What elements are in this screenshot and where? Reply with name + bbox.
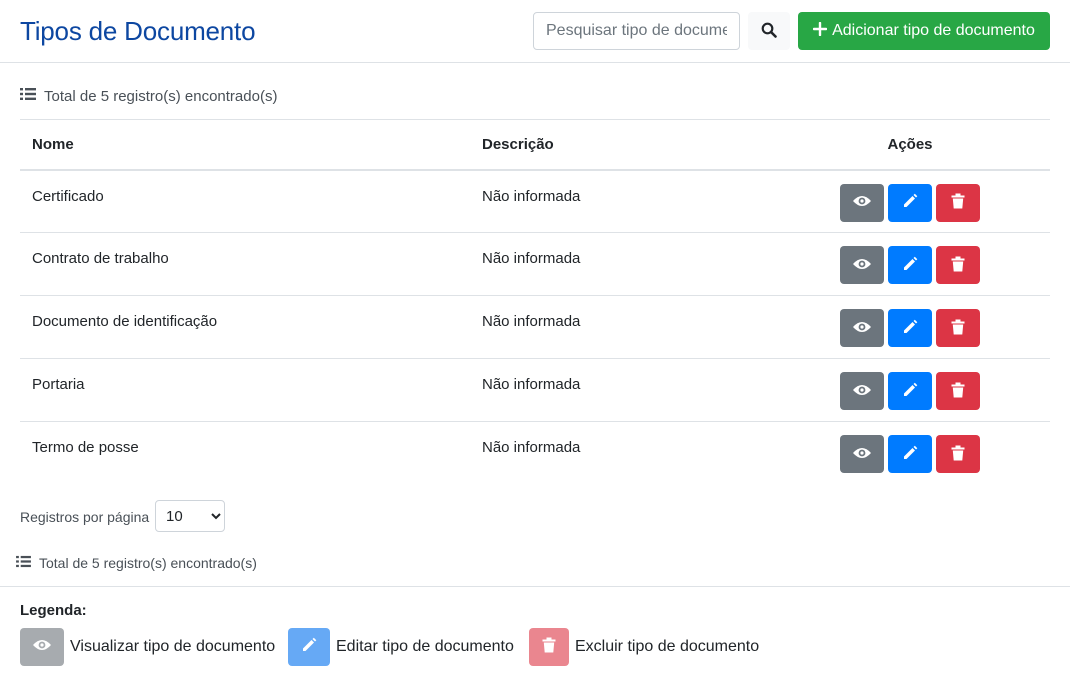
legend-delete-label: Excluir tipo de documento: [575, 638, 760, 655]
legend-edit-label: Editar tipo de documento: [336, 638, 514, 655]
total-records-top: Total de 5 registro(s) encontrado(s): [20, 87, 277, 105]
list-icon: [20, 87, 36, 105]
pencil-icon: [902, 256, 918, 275]
eye-icon: [852, 194, 872, 211]
delete-button[interactable]: [936, 372, 980, 410]
trash-icon: [951, 382, 965, 401]
cell-nome: Documento de identificação: [20, 295, 470, 359]
table-row: Certificado Não informada: [20, 169, 1050, 233]
legend-title: Legenda:: [20, 602, 87, 619]
total-records-text: Total de 5 registro(s) encontrado(s): [44, 87, 278, 105]
plus-icon: [812, 21, 828, 41]
cell-acoes: [770, 232, 1050, 296]
edit-button[interactable]: [888, 435, 932, 473]
pencil-icon: [902, 382, 918, 401]
cell-descricao: Não informada: [470, 169, 770, 233]
legend-item-view: Visualizar tipo de documento: [20, 628, 275, 666]
cell-descricao: Não informada: [470, 295, 770, 359]
add-button-label: Adicionar tipo de documento: [832, 22, 1035, 39]
table-row: Contrato de trabalho Não informada: [20, 232, 1050, 296]
cell-acoes: [770, 295, 1050, 359]
cell-descricao: Não informada: [470, 232, 770, 296]
search-input[interactable]: [533, 12, 740, 50]
cell-acoes: [770, 169, 1050, 233]
pencil-icon: [301, 637, 317, 658]
view-button[interactable]: [840, 435, 884, 473]
per-page-label: Registros por página: [20, 509, 150, 525]
cell-acoes: [770, 358, 1050, 422]
cell-nome: Termo de posse: [32, 439, 139, 456]
edit-button[interactable]: [888, 309, 932, 347]
legend-item-edit: Editar tipo de documento: [288, 628, 514, 666]
table-header-row: Nome Descrição Ações: [20, 119, 1050, 171]
pencil-icon: [902, 193, 918, 212]
search-icon: [761, 22, 777, 41]
trash-icon: [951, 193, 965, 212]
column-header-nome[interactable]: Nome: [20, 119, 470, 171]
table-row: Documento de identificação Não informada: [20, 295, 1050, 359]
cell-descricao: Não informada: [482, 439, 581, 456]
trash-icon: [951, 319, 965, 338]
delete-button[interactable]: [936, 309, 980, 347]
add-document-type-button[interactable]: Adicionar tipo de documento: [798, 12, 1050, 50]
cell-nome: Portaria: [20, 358, 470, 422]
trash-icon: [951, 256, 965, 275]
search-button[interactable]: [748, 12, 790, 50]
edit-button[interactable]: [888, 246, 932, 284]
cell-descricao: Não informada: [470, 358, 770, 422]
trash-icon: [951, 445, 965, 464]
legend-view-swatch: [20, 628, 64, 666]
delete-button[interactable]: [936, 183, 980, 222]
document-types-table: Nome Descrição Ações Certificado Não inf…: [20, 119, 1050, 485]
view-button[interactable]: [840, 183, 884, 222]
view-button[interactable]: [840, 246, 884, 284]
view-button[interactable]: [840, 309, 884, 347]
delete-button[interactable]: [936, 435, 980, 473]
eye-icon: [852, 257, 872, 274]
legend-delete-swatch: [529, 628, 569, 666]
eye-icon: [852, 383, 872, 400]
total-records-text: Total de 5 registro(s) encontrado(s): [39, 555, 257, 571]
column-header-descricao[interactable]: Descrição: [470, 119, 770, 171]
legend-item-delete: Excluir tipo de documento: [529, 628, 759, 666]
list-icon: [16, 555, 31, 571]
eye-icon: [852, 320, 872, 337]
page-header: Tipos de Documento Adicionar tipo de doc…: [0, 0, 1070, 63]
edit-button[interactable]: [888, 183, 932, 222]
table-row: Portaria Não informada: [20, 358, 1050, 422]
view-button[interactable]: [840, 372, 884, 410]
cell-nome: Certificado: [20, 169, 470, 233]
edit-button[interactable]: [888, 372, 932, 410]
legend-view-label: Visualizar tipo de documento: [70, 638, 276, 655]
legend: Legenda: Visualizar tipo de documento Ed…: [0, 586, 1070, 677]
pencil-icon: [902, 445, 918, 464]
pencil-icon: [902, 319, 918, 338]
eye-icon: [32, 638, 52, 657]
legend-edit-swatch: [288, 628, 330, 666]
page-title: Tipos de Documento: [20, 16, 256, 46]
column-header-acoes: Ações: [770, 119, 1050, 171]
total-records-bottom: Total de 5 registro(s) encontrado(s): [16, 555, 257, 571]
trash-icon: [542, 637, 556, 658]
cell-nome: Contrato de trabalho: [20, 232, 470, 296]
eye-icon: [852, 446, 872, 463]
per-page-select[interactable]: 10: [155, 500, 225, 532]
table-row: Termo de posse Não informada: [20, 422, 1050, 485]
cell-acoes: [770, 422, 1050, 485]
delete-button[interactable]: [936, 246, 980, 284]
